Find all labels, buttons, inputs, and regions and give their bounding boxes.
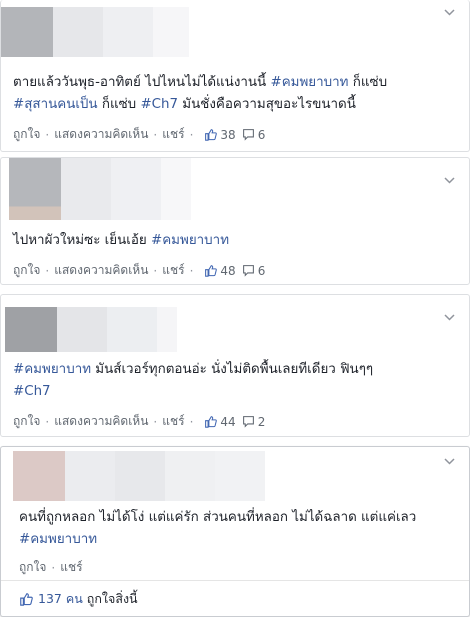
hashtag-link[interactable]: #คมพยาบาท [19,532,97,547]
share-link[interactable]: แชร์ [162,261,184,280]
hashtag-link[interactable]: #สุสานคนเป็น [13,97,98,112]
post-card: ตายแล้ววันพุธ-อาทิตย์ ไปไหนไม่ได้แน่งานน… [0,0,470,152]
comment-link[interactable]: แสดงความคิดเห็น [54,261,148,280]
comment-bubble-icon [242,265,254,277]
separator-dot: · [45,127,50,142]
likes-summary-bar[interactable]: 137 คน ถูกใจสิ่งนี้ [1,580,469,616]
likes-summary-label: ถูกใจสิ่งนี้ [86,590,138,606]
chevron-down-icon[interactable] [444,455,455,468]
like-count[interactable]: 44 [204,415,236,429]
post-actions: ถูกใจ · แสดงความคิดเห็น · แชร์ · 38 6 [13,125,265,144]
comment-bubble-icon [242,129,254,141]
post-actions: ถูกใจ · แสดงความคิดเห็น · แชร์ · 48 6 [13,261,265,280]
post-card: #คมพยาบาท มันส์เวอร์ทุกตอนอ่ะ นั่งไม่ติด… [0,294,470,437]
share-link[interactable]: แชร์ [162,125,184,144]
blurred-profile-header [13,451,265,501]
comment-count[interactable]: 2 [242,415,265,429]
thumbs-up-icon [205,129,218,141]
separator-dot: · [189,414,194,429]
hashtag-link[interactable]: #Ch7 [13,384,51,399]
hashtag-link[interactable]: #Ch7 [140,97,178,112]
chevron-down-icon[interactable] [444,6,455,19]
hashtag-link[interactable]: #คมพยาบาท [151,233,229,248]
hashtag-link[interactable]: #คมพยาบาท [13,362,91,377]
comment-count[interactable]: 6 [242,264,265,278]
blurred-profile-header [5,307,177,352]
separator-dot: · [51,560,56,575]
like-link[interactable]: ถูกใจ [13,125,40,144]
blurred-profile-header [1,7,189,57]
chevron-down-icon[interactable] [444,174,455,187]
thumbs-up-icon [20,592,33,606]
hashtag-link[interactable]: #คมพยาบาท [270,75,348,90]
like-count[interactable]: 38 [204,128,236,142]
comment-link[interactable]: แสดงความคิดเห็น [54,125,148,144]
share-link[interactable]: แชร์ [60,558,82,577]
separator-dot: · [189,263,194,278]
separator-dot: · [45,263,50,278]
share-link[interactable]: แชร์ [162,412,184,431]
post-text: ตายแล้ววันพุธ-อาทิตย์ ไปไหนไม่ได้แน่งานน… [13,75,388,112]
comment-link[interactable]: แสดงความคิดเห็น [54,412,148,431]
blurred-profile-header [9,158,191,220]
post-text: คนที่ถูกหลอก ไม่ได้โง่ แต่แค่รัก ส่วนคนท… [19,510,417,547]
post-actions: ถูกใจ · แชร์ [19,558,83,577]
chevron-down-icon[interactable] [444,311,455,324]
like-link[interactable]: ถูกใจ [13,412,40,431]
like-link[interactable]: ถูกใจ [19,558,46,577]
separator-dot: · [153,263,158,278]
thumbs-up-icon [205,265,218,277]
comment-bubble-icon [242,416,254,428]
like-count[interactable]: 48 [204,264,236,278]
post-text: ไปหาผัวใหม่ซะ เย็นเอ้ย #คมพยาบาท [13,233,230,248]
separator-dot: · [153,127,158,142]
separator-dot: · [45,414,50,429]
separator-dot: · [153,414,158,429]
likes-summary-count[interactable]: 137 คน [38,589,83,609]
like-link[interactable]: ถูกใจ [13,261,40,280]
comment-count[interactable]: 6 [242,128,265,142]
thumbs-up-icon [205,416,218,428]
post-card: คนที่ถูกหลอก ไม่ได้โง่ แต่แค่รัก ส่วนคนท… [0,446,470,617]
post-actions: ถูกใจ · แสดงความคิดเห็น · แชร์ · 44 2 [13,412,265,431]
post-text: #คมพยาบาท มันส์เวอร์ทุกตอนอ่ะ นั่งไม่ติด… [13,362,374,399]
post-card: ไปหาผัวใหม่ซะ เย็นเอ้ย #คมพยาบาท ถูกใจ ·… [0,157,470,285]
separator-dot: · [189,127,194,142]
